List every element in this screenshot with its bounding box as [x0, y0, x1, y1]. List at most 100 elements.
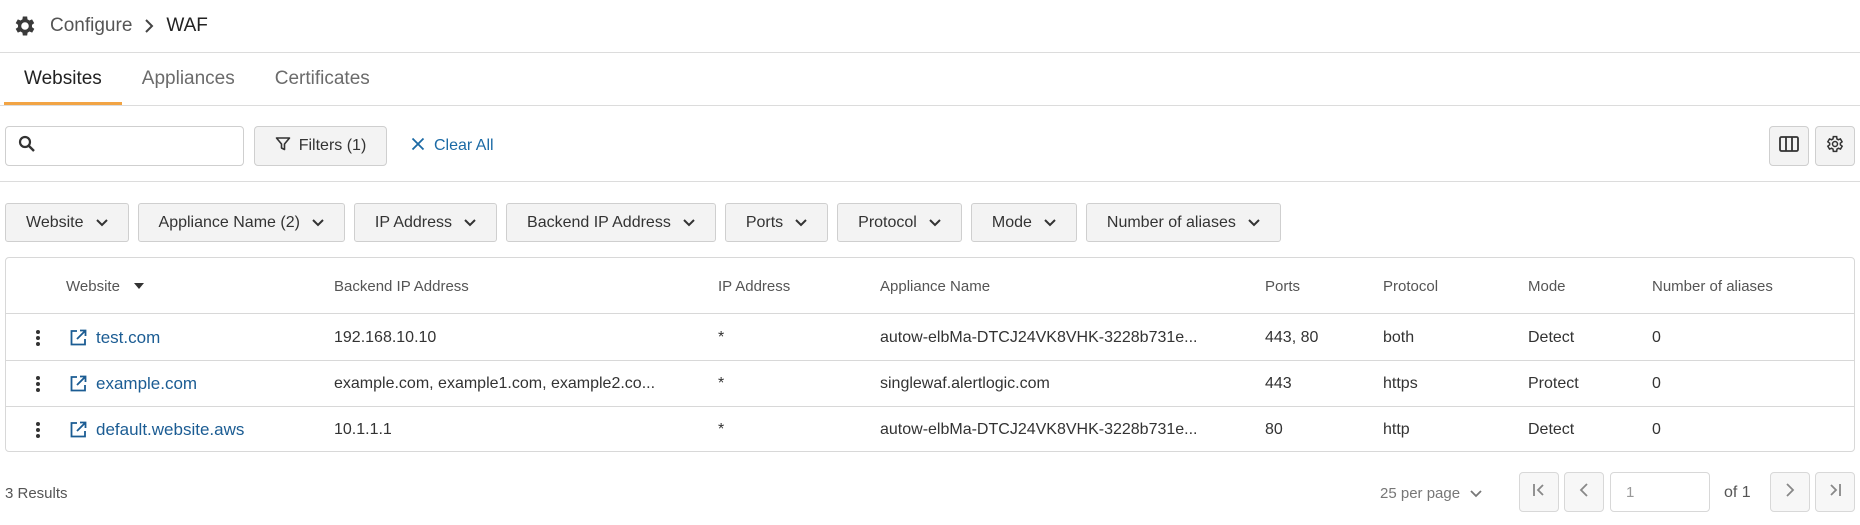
first-page-button[interactable] [1519, 472, 1559, 512]
chip-label: Number of aliases [1106, 213, 1236, 231]
search-icon [18, 135, 36, 158]
chevron-down-icon [312, 214, 324, 232]
tab-certificates[interactable]: Certificates [255, 53, 390, 105]
chevron-left-icon [1579, 482, 1589, 502]
table-header: Website Backend IP Address IP Address Ap… [6, 258, 1854, 314]
cell-aliases: 0 [1652, 375, 1661, 392]
tab-websites[interactable]: Websites [4, 53, 122, 105]
chip-label: IP Address [374, 213, 453, 231]
sort-desc-icon [133, 283, 144, 289]
chip-ip-address[interactable]: IP Address [353, 203, 498, 242]
cell-backend-ip: 192.168.10.10 [334, 329, 437, 346]
chevron-right-icon [1785, 482, 1795, 502]
header-protocol[interactable]: Protocol [1383, 258, 1438, 314]
chip-label: Appliance Name (2) [158, 213, 300, 231]
chip-number-of-aliases[interactable]: Number of aliases [1085, 203, 1281, 242]
cell-protocol: http [1383, 421, 1410, 438]
table-footer: 3 Results 25 per page 1 of 1 [0, 472, 1860, 514]
clear-all-label: Clear All [434, 137, 494, 154]
cell-ports: 80 [1265, 421, 1283, 438]
chevron-down-icon [929, 214, 941, 232]
next-page-button[interactable] [1770, 472, 1810, 512]
cell-mode: Detect [1528, 421, 1575, 438]
header-number-of-aliases[interactable]: Number of aliases [1652, 258, 1773, 314]
settings-button[interactable] [1815, 126, 1855, 166]
chip-mode[interactable]: Mode [970, 203, 1077, 242]
cell-backend-ip: example.com, example1.com, example2.co..… [334, 375, 656, 392]
columns-icon [1779, 135, 1799, 157]
clear-all-button[interactable]: Clear All [411, 126, 494, 166]
header-mode[interactable]: Mode [1528, 258, 1566, 314]
cell-mode: Detect [1528, 329, 1575, 346]
chip-appliance-name[interactable]: Appliance Name (2) [137, 203, 345, 242]
chevron-right-icon [144, 19, 154, 33]
cell-protocol: https [1383, 375, 1418, 392]
cell-appliance-name: autow-elbMa-DTCJ24VK8VHK-3228b731e... [880, 329, 1198, 346]
search-input[interactable] [44, 131, 234, 161]
breadcrumb: Configure WAF [10, 0, 208, 52]
column-filter-chips: Website Appliance Name (2) IP Address Ba… [5, 203, 1281, 242]
filters-label: Filters (1) [298, 137, 367, 154]
gear-icon [10, 11, 40, 41]
table-row: default.website.aws 10.1.1.1 * autow-elb… [6, 407, 1854, 453]
results-count: 3 Results [5, 484, 68, 502]
chip-label: Website [26, 213, 84, 231]
cell-appliance-name: autow-elbMa-DTCJ24VK8VHK-3228b731e... [880, 421, 1198, 438]
cell-ports: 443 [1265, 375, 1292, 392]
external-link-icon[interactable] [69, 315, 87, 361]
chip-label: Protocol [858, 213, 917, 231]
tab-appliances[interactable]: Appliances [122, 53, 255, 105]
external-link-icon[interactable] [69, 361, 87, 407]
cell-mode: Protect [1528, 375, 1579, 392]
columns-button[interactable] [1769, 126, 1809, 166]
chevron-down-icon [1044, 214, 1056, 232]
cell-aliases: 0 [1652, 329, 1661, 346]
breadcrumb-current: WAF [166, 15, 208, 36]
cell-website-link[interactable]: test.com [96, 315, 160, 361]
header-ports[interactable]: Ports [1265, 258, 1300, 314]
chip-label: Backend IP Address [527, 213, 671, 231]
cell-protocol: both [1383, 329, 1415, 346]
chip-label: Ports [745, 213, 784, 231]
chevron-down-icon [795, 214, 807, 232]
first-page-icon [1532, 483, 1546, 502]
last-page-icon [1828, 483, 1842, 502]
row-menu-button[interactable] [36, 407, 40, 453]
chevron-down-icon [1248, 214, 1260, 232]
chevron-down-icon [95, 214, 108, 232]
per-page-select[interactable]: 25 per page [1380, 472, 1482, 514]
chip-ports[interactable]: Ports [724, 203, 829, 242]
table-row: example.com example.com, example1.com, e… [6, 361, 1854, 407]
chevron-down-icon [1470, 485, 1482, 502]
close-icon [411, 137, 425, 156]
header-website[interactable]: Website [66, 258, 144, 314]
cell-ports: 443, 80 [1265, 329, 1319, 346]
chip-backend-ip-address[interactable]: Backend IP Address [506, 203, 716, 242]
chip-website[interactable]: Website [5, 203, 129, 242]
websites-table: Website Backend IP Address IP Address Ap… [5, 257, 1855, 452]
page-count: of 1 [1724, 484, 1751, 501]
cell-website-link[interactable]: default.website.aws [96, 407, 244, 453]
header-appliance-name[interactable]: Appliance Name [880, 258, 990, 314]
last-page-button[interactable] [1815, 472, 1855, 512]
header-ip-address[interactable]: IP Address [718, 258, 790, 314]
search-box[interactable] [5, 126, 244, 166]
page-number-input[interactable]: 1 [1610, 472, 1710, 512]
toolbar: Filters (1) Clear All [5, 126, 1860, 166]
row-menu-button[interactable] [36, 361, 40, 407]
row-menu-button[interactable] [36, 315, 40, 361]
breadcrumb-configure[interactable]: Configure [50, 15, 132, 37]
filters-button[interactable]: Filters (1) [254, 126, 387, 166]
cell-ip-address: * [718, 329, 725, 346]
cell-ip-address: * [718, 375, 725, 392]
header-backend-ip[interactable]: Backend IP Address [334, 258, 469, 314]
prev-page-button[interactable] [1564, 472, 1604, 512]
external-link-icon[interactable] [69, 407, 87, 453]
tab-bar: Websites Appliances Certificates [4, 53, 390, 105]
cell-website-link[interactable]: example.com [96, 361, 197, 407]
cell-backend-ip: 10.1.1.1 [334, 421, 392, 438]
table-row: test.com 192.168.10.10 * autow-elbMa-DTC… [6, 315, 1854, 361]
chip-protocol[interactable]: Protocol [837, 203, 962, 242]
tabs-divider [0, 105, 1860, 106]
header-label: Website [66, 277, 120, 295]
